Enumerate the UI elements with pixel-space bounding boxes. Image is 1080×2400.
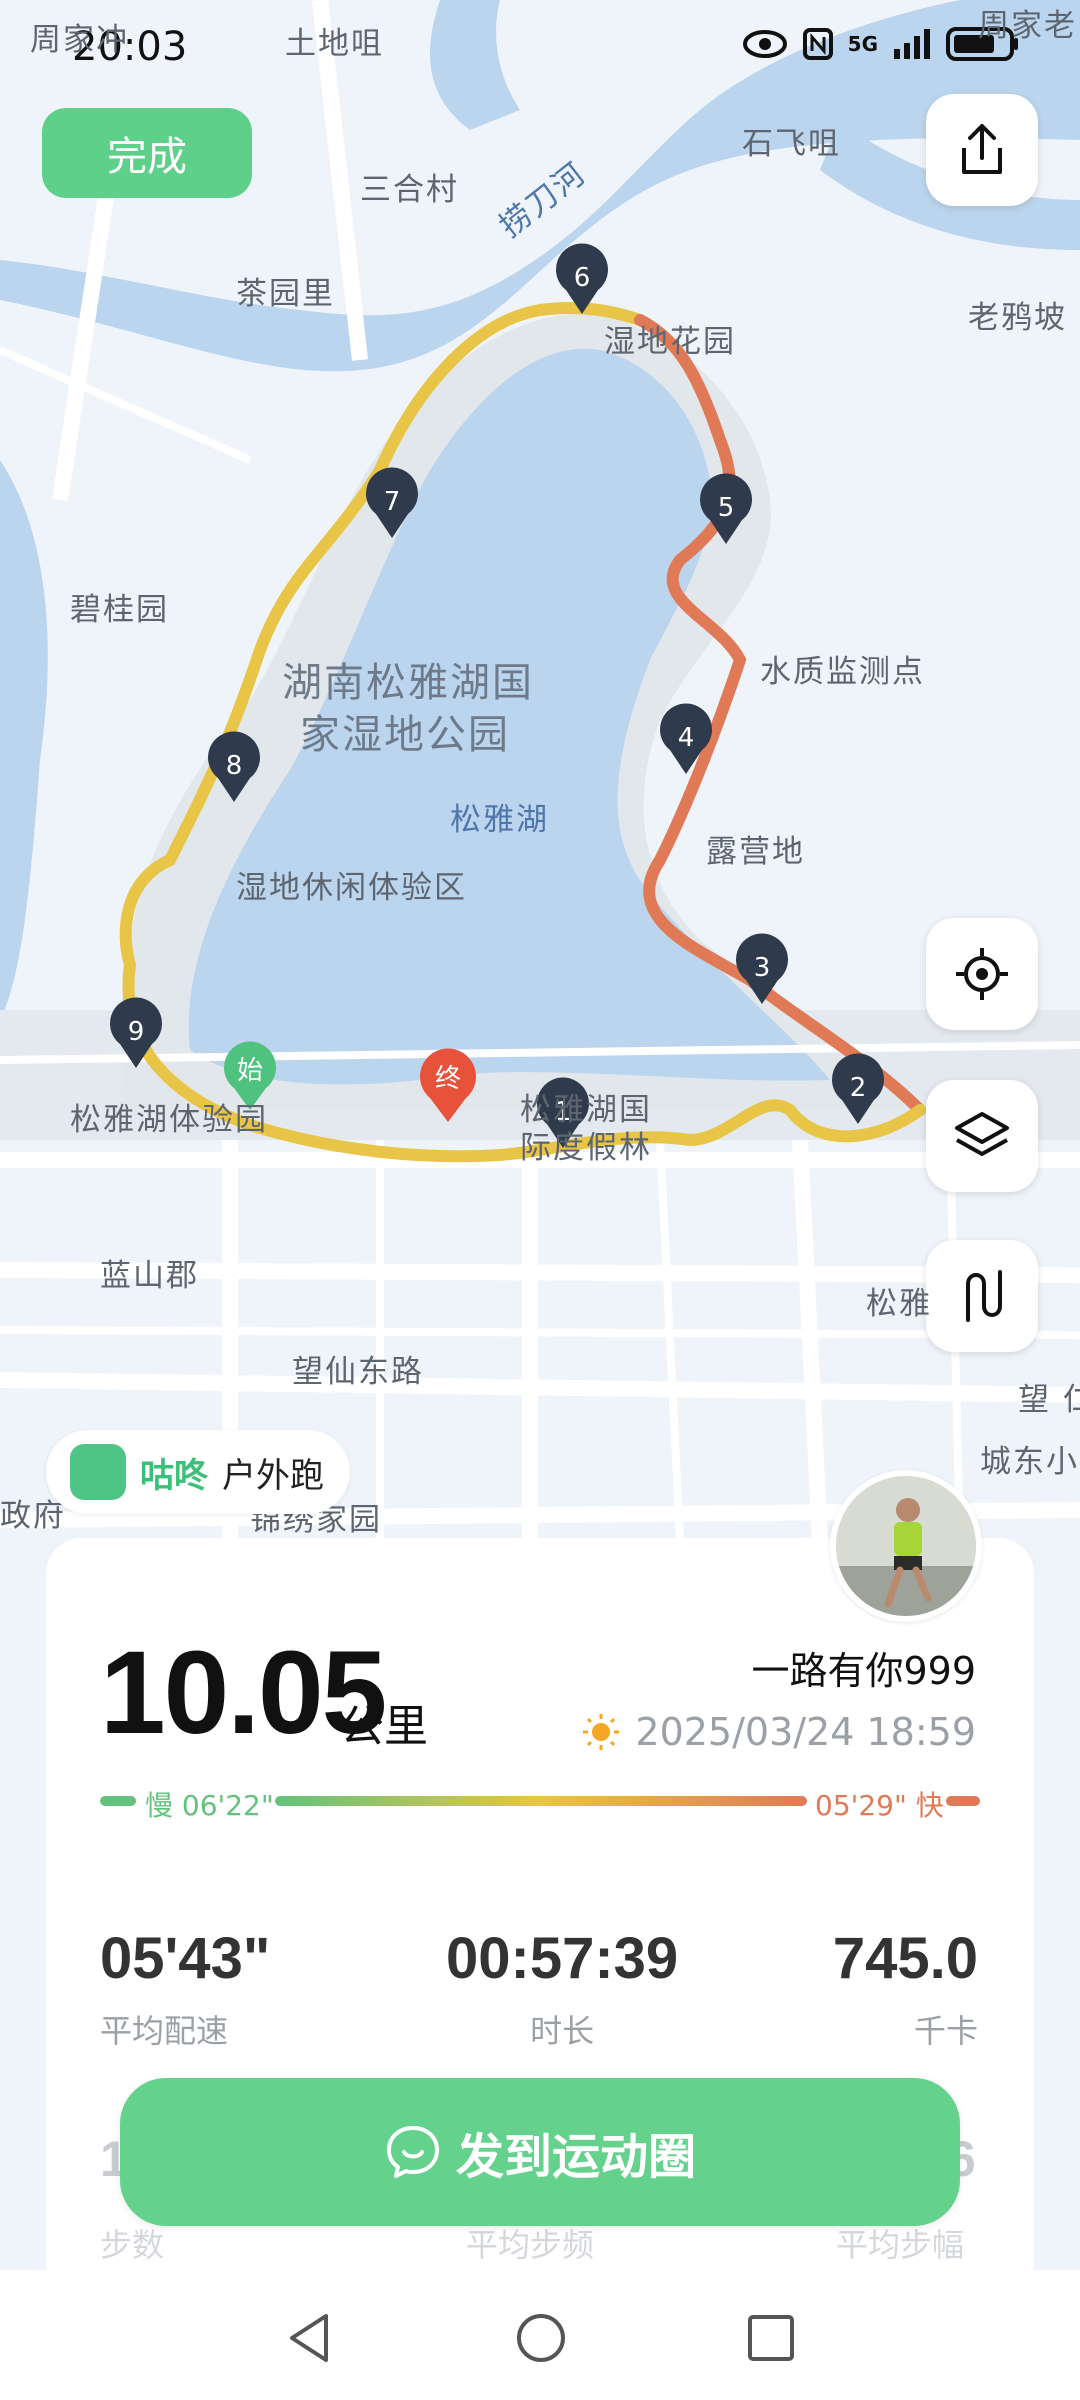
username: 一路有你999 — [751, 1649, 976, 1693]
stat-value: 00:57:39 — [446, 1926, 679, 1991]
pace-fast-label: 05'29" 快 — [815, 1789, 944, 1822]
nfc-icon — [802, 28, 833, 60]
map-label: 茶园里 — [236, 276, 335, 312]
km-marker-label: 2 — [850, 1073, 867, 1103]
share-to-feed-button[interactable]: 发到运动圈 — [120, 2078, 960, 2226]
end-pin-label: 终 — [435, 1064, 461, 1094]
home-icon[interactable] — [514, 2310, 568, 2366]
map-label: 松雅湖体验园 — [70, 1102, 268, 1138]
map-label: 碧桂园 — [70, 592, 169, 628]
brand-name: 咕咚 — [140, 1455, 208, 1496]
stat-stride-label: 平均步幅 — [836, 2226, 965, 2264]
stat-steps-label: 步数 — [100, 2226, 165, 2264]
layers-button[interactable] — [926, 1080, 1038, 1192]
stat-value: 745.0 — [832, 1926, 978, 1991]
runner-photo — [836, 1476, 976, 1616]
stat-cadence-label: 平均步频 — [466, 2226, 595, 2264]
chat-bubble-icon — [386, 2126, 439, 2178]
stat-label: 平均配速 — [100, 2012, 229, 2050]
km-marker-label: 4 — [678, 723, 695, 753]
km-marker-label: 8 — [226, 751, 243, 781]
km-marker-label: 9 — [128, 1017, 145, 1047]
km-marker-label: 3 — [754, 953, 771, 983]
map-label: 望 仁 — [1018, 1382, 1080, 1418]
map-label: 湿地休闲体验区 — [236, 870, 467, 906]
activity-type: 户外跑 — [222, 1455, 324, 1496]
status-bar: 20:03 5G — [0, 0, 1080, 100]
eye-icon — [742, 30, 787, 58]
share-icon — [962, 124, 1002, 174]
map-label: 望仙东路 — [292, 1354, 424, 1390]
map-label-park: 湖南松雅湖国 — [282, 660, 534, 706]
map-label: 石飞咀 — [742, 126, 841, 162]
app-brand-chip: 咕咚 户外跑 — [46, 1430, 350, 1514]
map-label: 松雅 — [866, 1286, 932, 1322]
datetime-text: 2025/03/24 18:59 — [635, 1710, 976, 1754]
map-label: 水质监测点 — [760, 654, 925, 690]
start-pin-label: 始 — [237, 1056, 263, 1086]
stat-duration: 00:57:39 时长 — [446, 1925, 678, 2052]
map-label: 湿地花园 — [604, 324, 736, 360]
map-label: 老鸦坡 — [968, 300, 1067, 336]
codoon-logo-icon — [70, 1444, 126, 1500]
signal-icon — [894, 29, 930, 59]
activity-datetime: 2025/03/24 18:59 — [581, 1710, 976, 1754]
map-label-lake: 松雅湖 — [450, 802, 549, 838]
done-button[interactable]: 完成 — [42, 108, 252, 198]
map-label: 周家冲 — [30, 22, 129, 58]
share-label: 发到运动圈 — [455, 2129, 696, 2185]
crosshair-icon — [956, 948, 1008, 1000]
map-label: 土地咀 — [285, 26, 384, 62]
export-button[interactable] — [926, 94, 1038, 206]
map-label: 周家老 — [978, 8, 1077, 44]
recents-icon[interactable] — [744, 2310, 798, 2366]
avatar[interactable] — [830, 1470, 982, 1622]
stat-label: 时长 — [530, 2012, 595, 2050]
map-label: 蓝山郡 — [100, 1258, 199, 1294]
map-label-park: 家湿地公园 — [300, 712, 510, 758]
km-marker-label: 6 — [574, 263, 591, 293]
map-label: 城东小 — [980, 1444, 1079, 1480]
layers-icon — [955, 1112, 1009, 1156]
stat-label: 千卡 — [913, 2012, 978, 2050]
route-icon — [966, 1270, 1002, 1322]
route-toggle-button[interactable] — [926, 1240, 1038, 1352]
distance-unit: 公里 — [340, 1701, 428, 1752]
stat-value: 05'43" — [100, 1926, 271, 1991]
stat-avg-pace: 05'43" 平均配速 — [100, 1925, 270, 2052]
sun-icon — [583, 1714, 620, 1750]
network-label: 5G — [847, 32, 878, 56]
locate-button[interactable] — [926, 918, 1038, 1030]
km-marker-label: 5 — [718, 493, 735, 523]
stat-calories: 745.0 千卡 — [833, 1925, 978, 2052]
map-label: 露营地 — [706, 834, 805, 870]
back-icon[interactable] — [284, 2310, 334, 2366]
map-label: 三合村 — [360, 172, 459, 208]
km-marker-label: 7 — [384, 487, 401, 517]
pace-slow-label: 慢 06'22" — [145, 1789, 274, 1822]
map-label: 际度假林 — [520, 1130, 652, 1166]
